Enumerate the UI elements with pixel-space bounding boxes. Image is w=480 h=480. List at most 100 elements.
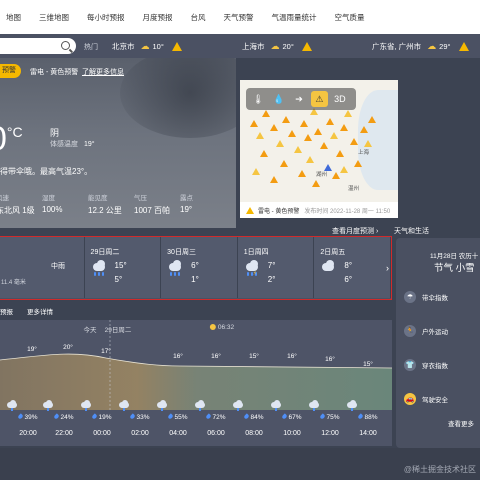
stat-item: 气压 1007 百帕: [134, 192, 180, 216]
map-warning-icon[interactable]: [270, 176, 278, 183]
nav-item[interactable]: 地图: [6, 12, 21, 23]
life-item[interactable]: 🏃 户外运动: [404, 320, 480, 342]
sun-cloud-icon: ☁: [427, 41, 437, 51]
next-arrow-icon[interactable]: ›: [386, 263, 389, 273]
forecast-day[interactable]: 中雨 11.4 毫米: [0, 237, 85, 298]
map-warning-icon[interactable]: [280, 160, 288, 167]
map-warning-icon[interactable]: [360, 126, 368, 133]
map-warning-icon[interactable]: [326, 118, 334, 125]
map-warning-icon[interactable]: [364, 140, 372, 147]
wind-icon[interactable]: ➔: [291, 91, 307, 107]
map-warning-icon[interactable]: [250, 120, 258, 127]
precip-value: 19%: [98, 414, 112, 421]
search-icon[interactable]: [61, 41, 70, 50]
map-warning-icon[interactable]: [354, 160, 362, 167]
life-item[interactable]: 🚗 驾驶安全: [404, 388, 480, 410]
monthly-forecast-link[interactable]: 查看月度预测 ›: [332, 226, 378, 236]
nav-item[interactable]: 空气质量: [335, 12, 365, 23]
map-warning-icon[interactable]: [304, 134, 312, 141]
forecast-day[interactable]: 29日周二 15° 5°: [84, 237, 162, 298]
life-more-link[interactable]: 查看更多: [448, 418, 474, 428]
rain-cloud-icon: [118, 400, 130, 411]
nav-item[interactable]: 月度预报: [143, 12, 173, 23]
precip-probability: 84%: [243, 413, 264, 421]
radar-map[interactable]: 湖州 上海 温州 🌡 💧 ➔ ⚠ 3D 雷电 - 黄色预警 发布时间 2022-11-2…: [238, 80, 398, 218]
forecast-day[interactable]: 2日周五 8° 6°: [314, 237, 391, 298]
nav-item[interactable]: 台风: [191, 12, 206, 23]
life-item[interactable]: ☂ 带伞指数: [404, 286, 480, 308]
3d-button[interactable]: 3D: [332, 91, 348, 107]
temperature-icon[interactable]: 🌡: [250, 91, 266, 107]
map-warning-icon[interactable]: [312, 180, 320, 187]
forecast-day[interactable]: 30日周三 6° 1°: [161, 237, 238, 298]
map-warning-icon[interactable]: [282, 116, 290, 123]
precip-probability: 19%: [91, 413, 112, 421]
hourly-time: 14:00: [359, 430, 377, 437]
precip-value: 39%: [24, 414, 38, 421]
tab-more-details[interactable]: 更多详情: [27, 306, 53, 320]
map-warning-icon[interactable]: [276, 140, 284, 147]
city-item[interactable]: 上海市 ☁ 20°: [242, 41, 312, 52]
life-panel: 11月28日 农历十 节气 小雪 ☂ 带伞指数 🏃 户外运动 👕 穿衣指数 🚗 驾驶安全 查看…: [396, 238, 480, 448]
forecast-high: 8°: [344, 261, 353, 270]
map-warning-icon[interactable]: [350, 138, 358, 145]
map-warning-icon[interactable]: [298, 170, 306, 177]
nav-item[interactable]: 天气预警: [224, 12, 254, 23]
alert-text[interactable]: 雷电 - 黄色预警: [30, 67, 78, 77]
sunrise-time: 06:32: [209, 324, 234, 331]
warning-icon[interactable]: [301, 42, 312, 51]
thunderstorm-icon: ⚡: [244, 260, 262, 277]
feels-like: 体感温度 19°: [50, 139, 95, 149]
map-alert-bar[interactable]: 雷电 - 黄色预警 发布时间 2022-11-28 周一 11:50: [240, 202, 398, 218]
map-warning-icon[interactable]: [368, 116, 376, 123]
temp-unit: °C: [6, 124, 23, 140]
precip-value: 67%: [288, 414, 302, 421]
map-warning-icon[interactable]: [340, 166, 348, 173]
nav-item[interactable]: 每小时预报: [87, 12, 125, 23]
precip-probability: 67%: [281, 413, 302, 421]
map-warning-icon[interactable]: [344, 110, 352, 117]
warning-icon[interactable]: [458, 42, 469, 51]
map-warning-icon[interactable]: [294, 146, 302, 153]
map-warning-icon[interactable]: [252, 168, 260, 175]
tab-forecast[interactable]: 预报: [0, 306, 13, 320]
daily-forecast: 中雨 11.4 毫米 29日周二 15° 5° 30日周三 6° 1° 1日周四 ⚡ 7° 2° 2日周…: [0, 236, 392, 300]
warning-icon[interactable]: ⚠: [311, 91, 328, 107]
alert-pill[interactable]: 预警: [0, 64, 21, 78]
forecast-date: 2日周五: [320, 249, 346, 256]
city-name[interactable]: 广东省, 广州市: [372, 41, 421, 52]
forecast-day[interactable]: 1日周四 ⚡ 7° 2°: [237, 237, 315, 298]
hourly-time: 00:00: [93, 430, 111, 437]
map-warning-icon[interactable]: [320, 142, 328, 149]
map-warning-icon[interactable]: [270, 124, 278, 131]
city-item[interactable]: 北京市 ☁ 10°: [112, 41, 182, 52]
map-warning-icon[interactable]: [330, 132, 338, 139]
precip-probability: 75%: [319, 413, 340, 421]
map-warning-icon[interactable]: [288, 130, 296, 137]
hourly-temp: 19°: [27, 346, 37, 353]
map-warning-icon[interactable]: [300, 120, 308, 127]
map-warning-icon[interactable]: [332, 172, 340, 179]
city-item[interactable]: 广东省, 广州市 ☁ 29°: [372, 41, 469, 52]
map-warning-icon[interactable]: [314, 128, 322, 135]
alert-more-link[interactable]: 了解更多信息: [82, 67, 124, 77]
nav-item[interactable]: 气温雨量统计: [272, 12, 317, 23]
warning-icon[interactable]: [171, 42, 182, 51]
city-name[interactable]: 上海市: [242, 41, 265, 52]
feels-label: 体感温度: [50, 141, 78, 148]
map-warning-icon[interactable]: [256, 132, 264, 139]
map-warning-icon[interactable]: [336, 150, 344, 157]
map-warning-icon[interactable]: [262, 110, 270, 117]
map-warning-icon[interactable]: [340, 124, 348, 131]
precipitation-icon[interactable]: 💧: [270, 91, 286, 107]
map-warning-icon[interactable]: [260, 150, 268, 157]
city-name[interactable]: 北京市: [112, 41, 135, 52]
nav-item[interactable]: 三维地图: [39, 12, 69, 23]
today-label: 今天: [83, 327, 97, 334]
solar-term: 节气 小雪: [434, 263, 475, 274]
search-input[interactable]: [0, 38, 76, 54]
life-item[interactable]: 👕 穿衣指数: [404, 354, 480, 376]
map-warning-icon[interactable]: [306, 156, 314, 163]
precip-probability: 24%: [53, 413, 74, 421]
raindrop-icon: [357, 413, 364, 420]
